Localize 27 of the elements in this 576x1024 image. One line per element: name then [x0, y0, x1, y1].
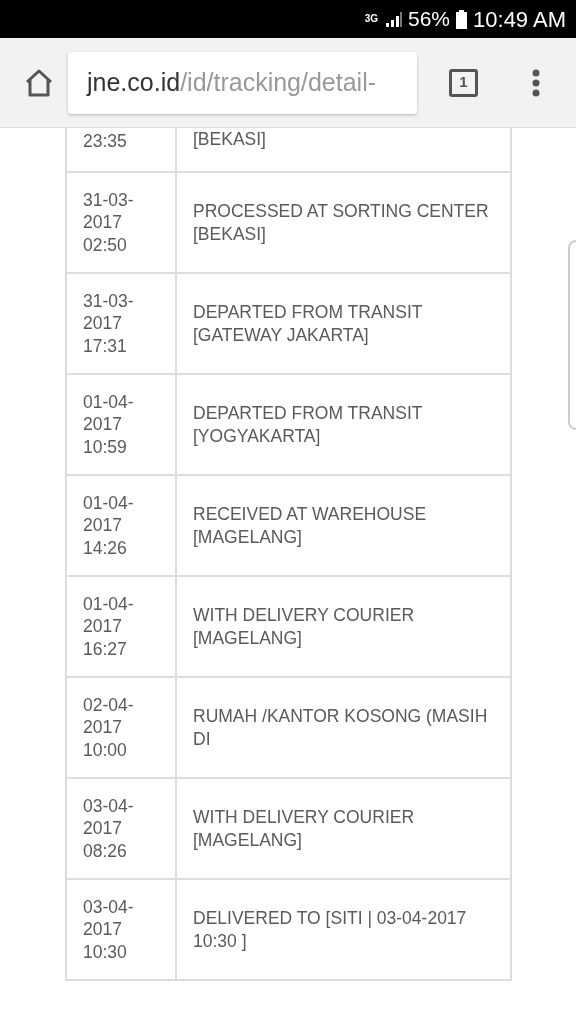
- battery-icon: [456, 9, 468, 29]
- status-description: RUMAH /KANTOR KOSONG (MASIH DI: [193, 706, 488, 749]
- status-description: PROCESSED AT SORTING CENTER [BEKASI]: [193, 201, 489, 244]
- date-time: 03-04-2017 10:30: [83, 895, 135, 964]
- status-description: DELIVERED TO [SITI | 03-04-2017 10:30 ]: [193, 908, 467, 951]
- status-description: DEPARTED FROM TRANSIT [YOGYAKARTA]: [193, 403, 423, 446]
- tab-switcher-button[interactable]: 1: [449, 68, 478, 97]
- address-bar[interactable]: jne.co.id/id/tracking/detail-: [68, 51, 417, 114]
- date-time: 03-04-2017 08:26: [83, 794, 135, 863]
- network-type-indicator: 3G: [364, 14, 378, 24]
- date-time: 01-04-2017 10:59: [83, 390, 135, 459]
- signal-icon: [384, 11, 402, 27]
- date-time: 01-04-2017 14:26: [83, 491, 135, 560]
- date-time: 31-03-2017 02:50: [83, 188, 135, 257]
- status-description: [BEKASI]: [193, 129, 266, 149]
- home-icon[interactable]: [24, 67, 54, 98]
- battery-percentage: 56%: [408, 6, 451, 33]
- menu-icon[interactable]: [532, 68, 540, 97]
- date-time: 01-04-2017 16:27: [83, 592, 135, 661]
- date-time: 23:35: [83, 130, 128, 153]
- status-description: WITH DELIVERY COURIER [MAGELANG]: [193, 807, 415, 850]
- status-description: RECEIVED AT WAREHOUSE [MAGELANG]: [193, 504, 427, 547]
- clock-time: 10:49 AM: [473, 5, 566, 34]
- date-time: 02-04-2017 10:00: [83, 693, 135, 762]
- status-description: DEPARTED FROM TRANSIT [GATEWAY JAKARTA]: [193, 302, 423, 345]
- date-time: 31-03-2017 17:31: [83, 289, 135, 358]
- status-description: WITH DELIVERY COURIER [MAGELANG]: [193, 605, 415, 648]
